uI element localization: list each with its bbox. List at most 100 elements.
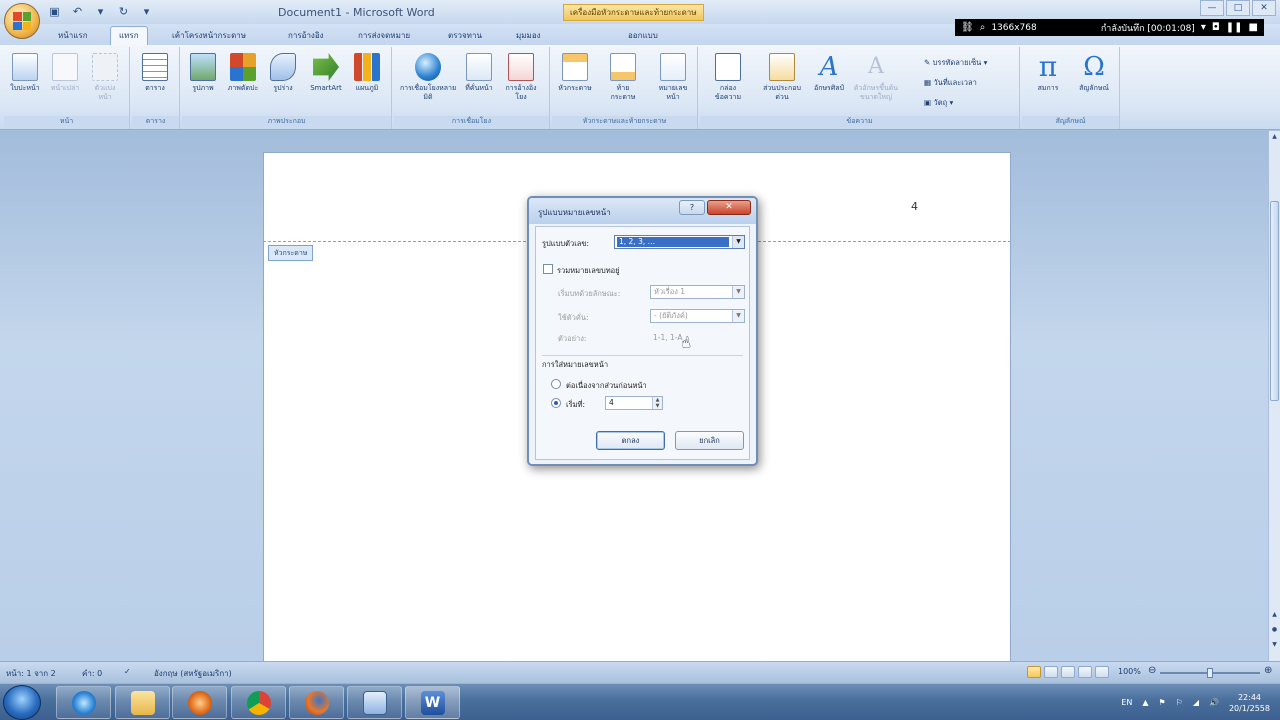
zoom-slider[interactable] [1160, 668, 1260, 678]
flag-icon[interactable]: ⚐ [1176, 698, 1183, 707]
chevron-down-icon[interactable]: ▼ [732, 286, 744, 298]
cancel-button[interactable]: ยกเลิก [675, 431, 744, 450]
language-status[interactable]: อังกฤษ (สหรัฐอเมริกา) [154, 667, 232, 680]
header-page-number[interactable]: 4 [911, 200, 918, 213]
magnifier-icon[interactable]: ⌕ [980, 22, 986, 33]
redo-icon[interactable]: ↻ [117, 5, 130, 18]
tab-review[interactable]: ตรวจทาน [448, 29, 482, 42]
draft-view-button[interactable] [1095, 666, 1109, 678]
tab-home[interactable]: หน้าแรก [58, 29, 88, 42]
zoom-level[interactable]: 100% [1118, 667, 1141, 676]
include-chapter-checkbox[interactable] [543, 264, 553, 274]
continue-radio[interactable] [551, 379, 561, 389]
text-box-button[interactable]: กล่องข้อความ [708, 53, 748, 102]
drop-cap-button[interactable]: A ตัวอักษรขึ้นต้นขนาดใหญ่ [850, 53, 902, 102]
header-button[interactable]: หัวกระดาษ [558, 53, 592, 93]
tab-references[interactable]: การอ้างอิง [288, 29, 324, 42]
hyperlink-button[interactable]: การเชื่อมโยงหลายมิติ [398, 53, 458, 102]
web-layout-view-button[interactable] [1061, 666, 1075, 678]
browse-object-icon[interactable]: ● [1270, 626, 1279, 636]
start-at-spinner[interactable]: 4 ▲ ▼ [605, 396, 663, 410]
scroll-thumb[interactable] [1270, 201, 1279, 401]
full-screen-view-button[interactable] [1044, 666, 1058, 678]
customize-qat-icon[interactable]: ▾ [140, 5, 153, 18]
shapes-button[interactable]: รูปร่าง [266, 53, 300, 93]
signature-line-button[interactable]: ✎ บรรทัดลายเซ็น ▾ [924, 57, 987, 69]
taskbar-media-player[interactable] [172, 686, 227, 719]
scroll-up-icon[interactable]: ▲ [1270, 133, 1279, 143]
save-icon[interactable]: ▣ [48, 5, 61, 18]
page-count[interactable]: หน้า: 1 จาก 2 [6, 667, 56, 680]
clip-art-button[interactable]: ภาพตัดปะ [226, 53, 260, 93]
volume-icon[interactable]: 🔊 [1209, 698, 1219, 707]
camera-icon[interactable]: ◘ [1212, 22, 1220, 33]
next-page-icon[interactable]: ▼ [1270, 641, 1279, 651]
chart-button[interactable]: แผนภูมิ [350, 53, 384, 93]
cross-reference-button[interactable]: การอ้างอิงโยง [504, 53, 538, 102]
stop-icon[interactable]: ■ [1249, 22, 1258, 33]
dropdown-icon[interactable]: ▾ [1201, 22, 1206, 33]
chevron-down-icon[interactable]: ▼ [732, 236, 744, 248]
blank-page-button[interactable]: หน้าเปล่า [48, 53, 82, 93]
tab-design[interactable]: ออกแบบ [628, 29, 658, 42]
separator-select[interactable]: - (ยัติภังค์) ▼ [650, 309, 745, 323]
dialog-titlebar[interactable]: รูปแบบหมายเลขหน้า ? ✕ [529, 198, 756, 224]
wordart-button[interactable]: A อักษรศิลป์ [812, 53, 846, 93]
signal-icon[interactable]: ◢ [1193, 698, 1199, 707]
word-count[interactable]: คำ: 0 [82, 667, 102, 680]
dropdown-icon[interactable]: ▾ [94, 5, 107, 18]
smartart-button[interactable]: SmartArt [306, 53, 346, 93]
table-button[interactable]: ตาราง [138, 53, 172, 93]
picture-button[interactable]: รูปภาพ [186, 53, 220, 93]
page-break-button[interactable]: ตัวแบ่งหน้า [88, 53, 122, 102]
tab-insert[interactable]: แทรก [110, 26, 148, 46]
close-window-button[interactable]: ✕ [1252, 0, 1276, 16]
start-at-radio[interactable] [551, 398, 561, 408]
action-center-icon[interactable]: ⚑ [1159, 698, 1166, 707]
office-button[interactable] [4, 3, 40, 39]
chevron-down-icon[interactable]: ▼ [732, 310, 744, 322]
date-time-button[interactable]: ▦ วันที่และเวลา [924, 77, 977, 89]
quick-parts-button[interactable]: ส่วนประกอบด่วน [760, 53, 804, 102]
taskbar-firefox[interactable] [289, 686, 344, 719]
chapter-style-label: เริ่มบทด้วยลักษณะ: [558, 289, 621, 298]
zoom-slider-knob[interactable] [1207, 668, 1213, 678]
spinner-arrows-icon[interactable]: ▲ ▼ [652, 397, 662, 409]
number-format-select[interactable]: 1, 2, 3, … ▼ [614, 235, 745, 249]
proofing-icon[interactable]: ✓ [124, 667, 131, 676]
undo-icon[interactable]: ↶ [71, 5, 84, 18]
zoom-out-icon[interactable]: ⊖ [1148, 665, 1156, 676]
equation-button[interactable]: π สมการ [1028, 53, 1068, 93]
object-button[interactable]: ▣ วัตถุ ▾ [924, 97, 953, 109]
symbol-button[interactable]: Ω สัญลักษณ์ [1072, 53, 1116, 93]
cover-page-button[interactable]: ใบปะหน้า [8, 53, 42, 93]
maximize-button[interactable]: □ [1226, 0, 1250, 16]
taskbar-explorer[interactable] [115, 686, 170, 719]
chapter-style-select[interactable]: หัวเรื่อง 1 ▼ [650, 285, 745, 299]
tray-expand-icon[interactable]: ▲ [1142, 698, 1148, 707]
language-indicator[interactable]: EN [1121, 698, 1132, 707]
bookmark-button[interactable]: ที่คั่นหน้า [462, 53, 496, 93]
footer-button[interactable]: ท้ายกระดาษ [606, 53, 640, 102]
clock[interactable]: 22:44 20/1/2558 [1229, 692, 1270, 714]
pause-icon[interactable]: ❚❚ [1226, 22, 1243, 33]
zoom-in-icon[interactable]: ⊕ [1264, 665, 1272, 676]
ok-button[interactable]: ตกลง [596, 431, 665, 450]
dialog-close-button[interactable]: ✕ [707, 200, 751, 215]
outline-view-button[interactable] [1078, 666, 1092, 678]
help-button[interactable]: ? [679, 200, 705, 215]
tab-view[interactable]: มุมมอง [516, 29, 541, 42]
tab-page-layout[interactable]: เค้าโครงหน้ากระดาษ [172, 29, 246, 42]
tab-mailings[interactable]: การส่งจดหมาย [358, 29, 410, 42]
taskbar-ie[interactable] [56, 686, 111, 719]
link-icon[interactable]: ⛓ [961, 22, 974, 33]
start-button[interactable] [3, 685, 41, 720]
taskbar-word[interactable]: W [405, 686, 460, 719]
taskbar-chrome[interactable] [231, 686, 286, 719]
page-number-button[interactable]: หมายเลขหน้า [652, 53, 694, 102]
print-layout-view-button[interactable] [1027, 666, 1041, 678]
minimize-button[interactable]: — [1200, 0, 1224, 16]
vertical-scrollbar[interactable]: ▲ ▲ ● ▼ [1268, 131, 1280, 661]
taskbar-network[interactable] [347, 686, 402, 719]
prev-page-icon[interactable]: ▲ [1270, 611, 1279, 621]
